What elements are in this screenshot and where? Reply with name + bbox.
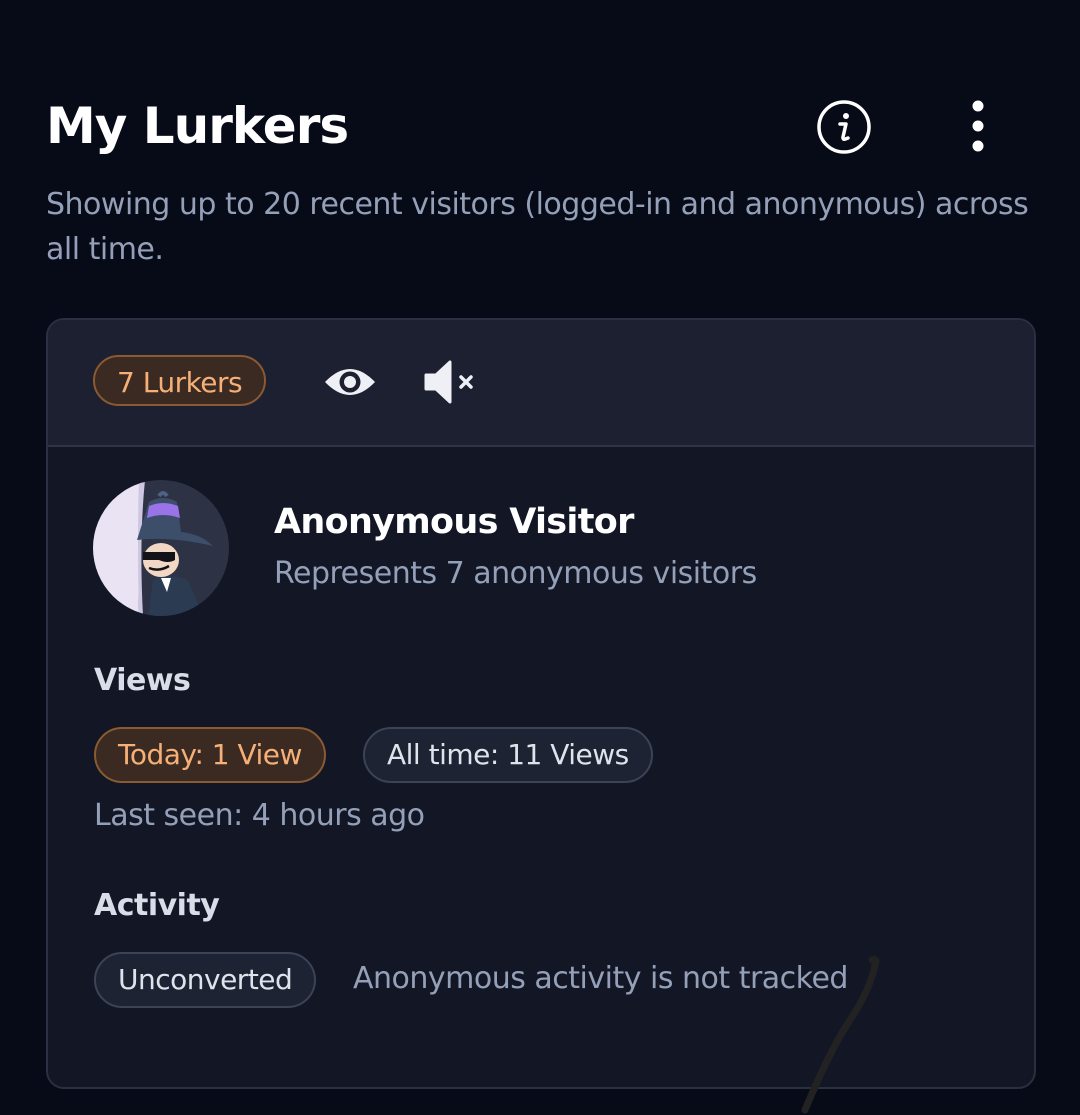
page-title: My Lurkers (46, 97, 349, 155)
lurker-count-badge: 7 Lurkers (93, 355, 267, 406)
views-label: Views (94, 663, 191, 698)
more-options-button[interactable] (956, 99, 1000, 155)
activity-note: Anonymous activity is not tracked (353, 961, 848, 996)
spy-avatar-icon (93, 480, 229, 616)
page-subtitle: Showing up to 20 recent visitors (logged… (46, 187, 1029, 267)
visitor-description: Represents 7 anonymous visitors (274, 556, 757, 591)
last-seen-text: Last seen: 4 hours ago (94, 798, 425, 833)
activity-label: Activity (94, 888, 220, 923)
card-header: 7 Lurkers (48, 320, 1034, 447)
all-time-views-pill: All time: 11 Views (363, 727, 653, 783)
info-circle-icon (817, 100, 871, 154)
view-toggle-button[interactable] (322, 360, 378, 404)
eye-icon (325, 369, 375, 395)
volume-mute-icon (424, 360, 473, 404)
visitor-avatar (93, 480, 229, 616)
more-vertical-icon (972, 100, 984, 152)
today-views-pill: Today: 1 View (94, 727, 326, 783)
conversion-status-badge: Unconverted (94, 952, 317, 1008)
lurkers-screen: My Lurkers Showing up to 20 recent visit… (0, 0, 1080, 1115)
mute-toggle-button[interactable] (422, 358, 482, 406)
lurkers-card: 7 Lurkers Anonymous Visitor Represents 7… (46, 318, 1036, 1089)
visitor-name: Anonymous Visitor (274, 502, 634, 542)
info-button[interactable] (816, 99, 872, 155)
